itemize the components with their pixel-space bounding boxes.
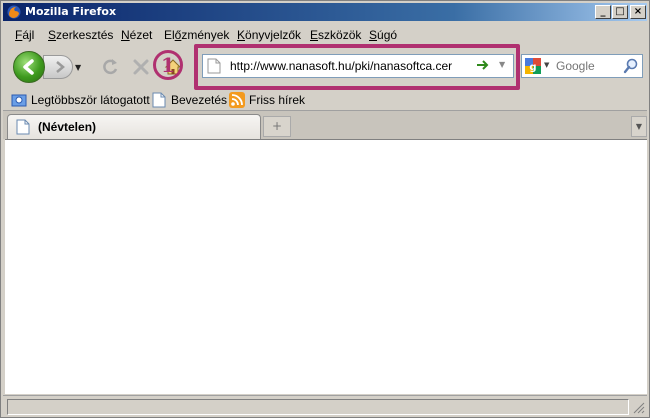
tab-label: (Névtelen) <box>38 120 97 134</box>
history-dropdown-icon[interactable]: ▼ <box>75 63 81 72</box>
page-content <box>5 139 647 394</box>
forward-button[interactable] <box>43 55 73 79</box>
url-text[interactable]: http://www.nanasoft.hu/pki/nanasoftca.ce… <box>230 59 452 73</box>
forward-arrow-icon <box>56 61 65 73</box>
menu-tools[interactable]: Eszközök <box>310 28 361 42</box>
minimize-button[interactable]: _ <box>595 5 611 19</box>
tab-strip: (Névtelen) + ▼ <box>3 110 647 139</box>
back-arrow-icon <box>23 59 34 75</box>
search-bar: g ▼ <box>521 54 643 78</box>
menu-file[interactable]: Fájl <box>15 28 34 42</box>
rss-icon <box>229 92 245 108</box>
browser-window: Mozilla Firefox _ □ × Fájl Szerkesztés N… <box>0 0 650 418</box>
bookmark-latest-headlines[interactable]: Friss hírek <box>229 92 305 108</box>
plus-icon: + <box>271 119 283 133</box>
bookmark-getting-started[interactable]: Bevezetés <box>151 92 227 108</box>
reload-icon[interactable] <box>100 57 120 77</box>
close-button[interactable]: × <box>630 5 646 19</box>
back-button[interactable] <box>13 51 45 83</box>
menu-view[interactable]: Nézet <box>121 28 152 42</box>
stop-icon[interactable] <box>131 57 151 77</box>
chevron-down-icon: ▼ <box>635 122 643 131</box>
new-tab-button[interactable]: + <box>263 116 291 137</box>
tab-list-button[interactable]: ▼ <box>631 116 647 137</box>
maximize-button[interactable]: □ <box>612 5 628 19</box>
search-input[interactable] <box>556 58 622 74</box>
menu-bar: Fájl Szerkesztés Nézet Előzmények Könyvj… <box>3 25 647 45</box>
go-arrow-icon[interactable] <box>476 58 490 72</box>
page-icon <box>16 119 30 135</box>
bookmarks-toolbar: Legtöbbször látogatott Bevezetés Friss h… <box>3 89 647 109</box>
page-icon <box>152 92 166 108</box>
status-panel <box>7 399 629 415</box>
title-bar: Mozilla Firefox _ □ × <box>3 3 647 21</box>
tab-untitled[interactable]: (Névtelen) <box>7 114 261 139</box>
google-icon[interactable]: g <box>525 58 541 74</box>
menu-edit[interactable]: Szerkesztés <box>48 28 113 42</box>
folder-search-icon <box>11 94 27 107</box>
firefox-logo-icon <box>7 5 21 19</box>
status-bar <box>3 395 647 416</box>
window-title: Mozilla Firefox <box>25 5 117 18</box>
page-icon <box>207 58 221 74</box>
menu-help[interactable]: Súgó <box>369 28 397 42</box>
resize-grip-icon[interactable] <box>633 402 645 414</box>
search-engine-dropdown-icon[interactable]: ▼ <box>544 61 549 69</box>
search-icon[interactable] <box>623 58 639 74</box>
annotation-marker: 1 <box>153 50 183 80</box>
url-bar[interactable]: http://www.nanasoft.hu/pki/nanasoftca.ce… <box>202 54 514 78</box>
menu-history[interactable]: Előzmények <box>164 28 229 42</box>
url-dropdown-icon[interactable]: ▼ <box>499 60 505 69</box>
svg-text:g: g <box>529 62 536 73</box>
menu-bookmarks[interactable]: Könyvjelzők <box>237 28 301 42</box>
bookmark-most-visited[interactable]: Legtöbbször látogatott <box>11 92 150 108</box>
